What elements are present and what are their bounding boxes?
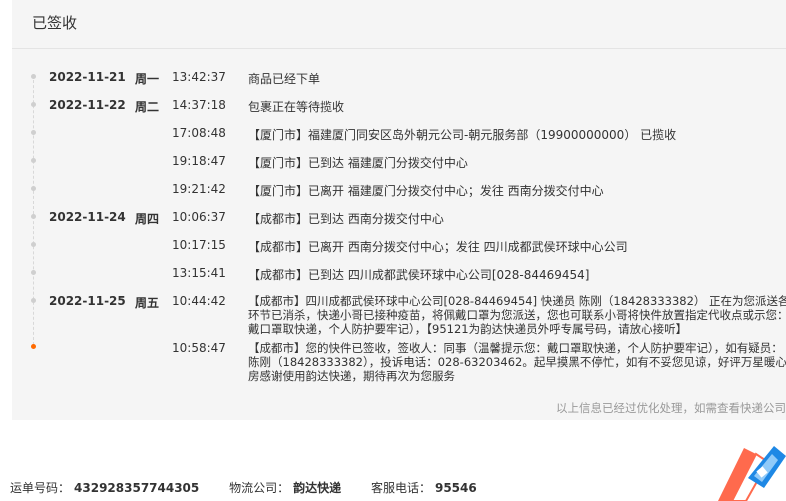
event-desc: 商品已经下单 (248, 72, 321, 86)
event-time: 19:21:42 (172, 182, 226, 196)
event-desc: 【成都市】您的快件已签收，签收人：同事（温馨提示您：戴口罩取快递，个人防护要牢记… (248, 341, 786, 383)
shipment-info: 运单号码： 432928357744305 物流公司： 韵达快递 客服电话： 9554… (10, 479, 503, 496)
phone-label: 客服电话： (370, 481, 431, 495)
timeline-dot (31, 242, 36, 247)
event-time: 10:17:15 (172, 238, 226, 252)
event-desc: 【厦门市】已到达 福建厦门分拨交付中心 (248, 156, 468, 170)
phone-number: 95546 (434, 481, 477, 495)
event-time: 10:58:47 (172, 341, 226, 355)
event-week: 周二 (135, 100, 160, 114)
event-desc: 【成都市】已离开 西南分拨交付中心；发往 四川成都武侯环球中心公司 (248, 240, 628, 254)
optimization-note: 以上信息已经过优化处理，如需查看快递公司 (556, 401, 786, 415)
delivery-hand-icon (718, 446, 786, 501)
timeline-dot (31, 102, 36, 107)
event-time: 19:18:47 (172, 154, 226, 168)
timeline-dot (31, 270, 36, 275)
timeline-dot (31, 186, 36, 191)
panel-title: 已签收 (32, 14, 78, 32)
timeline-dot (31, 298, 36, 303)
timeline-dot (31, 130, 36, 135)
timeline-dot (31, 158, 36, 163)
event-time: 13:15:41 (172, 266, 226, 280)
timeline-dot (31, 74, 36, 79)
event-desc: 【厦门市】福建厦门同安区岛外朝元公司-朝元服务部（19900000000） 已揽… (248, 128, 677, 142)
company-name: 韵达快递 (293, 481, 342, 495)
event-desc: 【成都市】四川成都武侯环球中心公司[028-84469454] 快递员 陈刚（1… (248, 294, 786, 336)
event-date: 2022-11-25 (49, 294, 126, 308)
event-date: 2022-11-22 (49, 98, 126, 112)
event-date: 2022-11-21 (49, 70, 126, 84)
event-time: 14:37:18 (172, 98, 226, 112)
event-desc: 【厦门市】已离开 福建厦门分拨交付中心；发往 西南分拨交付中心 (248, 184, 604, 198)
event-desc: 【成都市】已到达 西南分拨交付中心 (248, 212, 444, 226)
event-week: 周四 (135, 212, 160, 226)
event-date: 2022-11-24 (49, 210, 126, 224)
event-week: 周一 (135, 72, 160, 86)
timeline-dot (31, 214, 36, 219)
company-label: 物流公司： (229, 481, 290, 495)
event-time: 10:06:37 (172, 210, 226, 224)
divider (12, 48, 786, 49)
event-time: 13:42:37 (172, 70, 226, 84)
logistics-panel: 已签收 2022-11-21 周一 13:42:37 商品已经下单 2022-1… (12, 0, 786, 420)
event-desc: 包裹正在等待揽收 (248, 100, 345, 114)
timeline-line (33, 75, 34, 345)
timeline-dot-current (31, 344, 36, 349)
event-desc: 【成都市】已到达 四川成都武侯环球中心公司[028-84469454] (248, 268, 590, 282)
event-time: 10:44:42 (172, 294, 226, 308)
event-week: 周五 (135, 296, 160, 310)
event-time: 17:08:48 (172, 126, 226, 140)
tracking-label: 运单号码： (10, 481, 71, 495)
tracking-number: 432928357744305 (74, 481, 200, 495)
